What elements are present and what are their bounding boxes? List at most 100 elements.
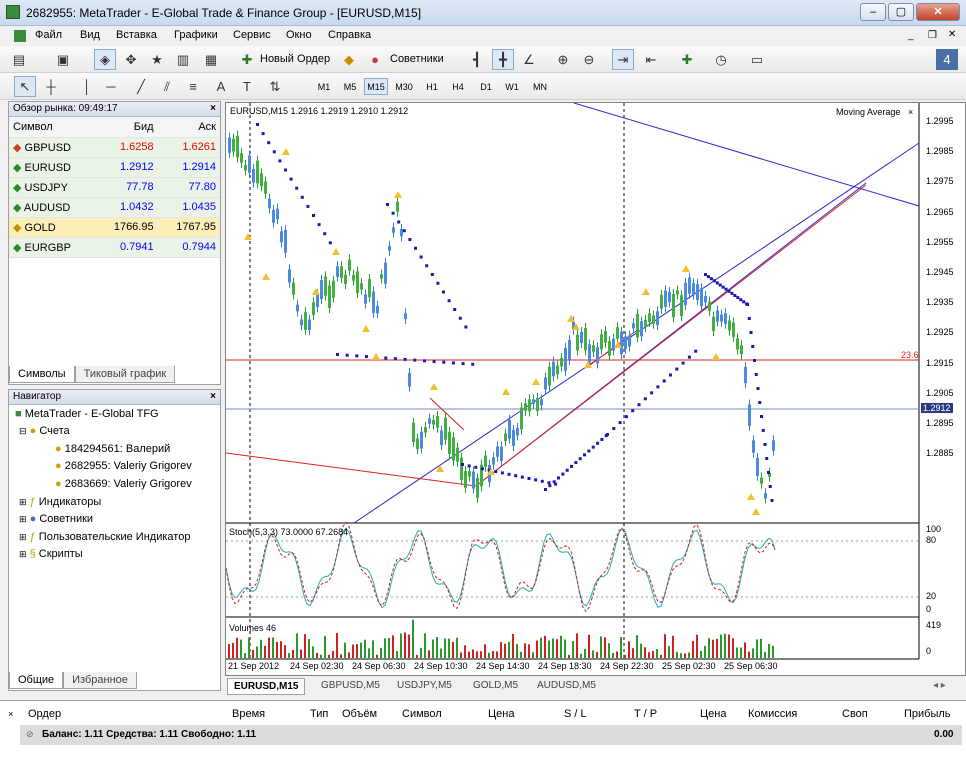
nav-account[interactable]: ● 2682955: Valeriy Grigorev: [55, 460, 192, 472]
menu-charts[interactable]: Графики: [174, 29, 218, 41]
table-row[interactable]: ◆ USDJPY 77.78 77.80: [9, 177, 220, 198]
tab-favorites[interactable]: Избранное: [63, 672, 137, 689]
col-order[interactable]: Ордер: [28, 708, 61, 720]
templates-icon[interactable]: ▭: [746, 49, 768, 70]
tab-scroll-icon[interactable]: ◂ ▸: [933, 680, 946, 691]
vertical-line-icon[interactable]: │: [76, 76, 98, 97]
expand-icon[interactable]: ⊞: [19, 549, 27, 559]
table-row[interactable]: ◆ AUDUSD 1.0432 1.0435: [9, 197, 220, 218]
tf-m15[interactable]: M15: [364, 78, 388, 95]
close-icon[interactable]: ×: [908, 107, 913, 117]
col-time[interactable]: Время: [232, 708, 265, 720]
close-icon[interactable]: ×: [210, 390, 216, 404]
tab-common[interactable]: Общие: [9, 672, 64, 689]
tab-chart-eurusd[interactable]: EURUSD,M15: [227, 678, 306, 695]
nav-advisors[interactable]: ⊞ ● Советники: [19, 513, 93, 525]
navigator-icon[interactable]: ★: [146, 49, 168, 70]
text-icon[interactable]: A: [210, 76, 232, 97]
col-symbol[interactable]: Символ: [402, 708, 442, 720]
tab-symbols[interactable]: Символы: [9, 366, 75, 383]
tab-chart-usdjpy[interactable]: USDJPY,M5: [397, 680, 452, 691]
fibo-icon[interactable]: ≡: [182, 76, 204, 97]
tf-m5[interactable]: M5: [338, 78, 362, 95]
tf-d1[interactable]: D1: [474, 78, 498, 95]
chart-shift-icon[interactable]: ⇤: [640, 49, 662, 70]
trendline-descending[interactable]: [573, 102, 920, 207]
channel-icon[interactable]: ⫽: [156, 76, 178, 97]
nav-root[interactable]: ■ MetaTrader - E-Global TFG: [15, 408, 159, 420]
menu-tools[interactable]: Сервис: [233, 29, 271, 41]
chart-window[interactable]: EURUSD,M15 1.2916 1.2919 1.2910 1.2912 M…: [225, 102, 966, 676]
periods-icon[interactable]: ◷: [710, 49, 732, 70]
nav-indicators[interactable]: ⊞ ƒ Индикаторы: [19, 496, 101, 508]
advisors-button[interactable]: Советники: [390, 53, 444, 65]
terminal-icon[interactable]: ▥: [172, 49, 194, 70]
mdi-restore-icon[interactable]: ❐: [928, 30, 937, 41]
table-row[interactable]: ◆ GOLD 1766.95 1767.95: [9, 217, 220, 238]
data-window-icon[interactable]: ✥: [120, 49, 142, 70]
col-price2[interactable]: Цена: [700, 708, 726, 720]
tf-m30[interactable]: M30: [392, 78, 416, 95]
new-chart-icon[interactable]: ▤: [8, 49, 30, 70]
zoom-out-icon[interactable]: ⊖: [578, 49, 600, 70]
menu-window[interactable]: Окно: [286, 29, 312, 41]
meta-editor-icon[interactable]: ◆: [338, 49, 360, 70]
minimize-button[interactable]: ‒: [860, 3, 886, 21]
trendline-red[interactable]: [475, 184, 867, 487]
indicators-icon[interactable]: ✚: [676, 49, 698, 70]
expand-icon[interactable]: ⊞: [19, 532, 27, 542]
menu-file[interactable]: Файл: [35, 29, 62, 41]
horizontal-line-icon[interactable]: ─: [100, 76, 122, 97]
collapse-icon[interactable]: ⊟: [19, 426, 27, 436]
expand-icon[interactable]: ⊞: [19, 514, 27, 524]
close-button[interactable]: ✕: [916, 3, 960, 21]
info-icon[interactable]: 4: [936, 49, 958, 70]
balance-row[interactable]: ⊘ Баланс: 1.11 Средства: 1.11 Свободно: …: [20, 725, 962, 745]
advisors-icon[interactable]: ●: [364, 49, 386, 70]
mdi-close-icon[interactable]: ✕: [948, 29, 956, 40]
bar-chart-icon[interactable]: ┫: [466, 49, 488, 70]
table-row[interactable]: ◆ GBPUSD 1.6258 1.6261: [9, 137, 220, 158]
col-commission[interactable]: Комиссия: [748, 708, 797, 720]
tester-icon[interactable]: ▦: [200, 49, 222, 70]
trendline-icon[interactable]: ╱: [130, 76, 152, 97]
tab-tick-chart[interactable]: Тиковый график: [74, 366, 176, 383]
menu-view[interactable]: Вид: [80, 29, 100, 41]
expand-icon[interactable]: ⊞: [19, 497, 27, 507]
line-chart-icon[interactable]: ∠: [518, 49, 540, 70]
text-label-icon[interactable]: T: [236, 76, 258, 97]
doc-icon[interactable]: [14, 30, 26, 42]
arrows-icon[interactable]: ⇅: [264, 76, 286, 97]
tab-chart-audusd[interactable]: AUDUSD,M5: [537, 680, 596, 691]
cursor-icon[interactable]: ↖: [14, 76, 36, 97]
col-profit[interactable]: Прибыль: [904, 708, 951, 720]
tf-h1[interactable]: H1: [420, 78, 444, 95]
candlestick-icon[interactable]: ╋: [492, 49, 514, 70]
tf-h4[interactable]: H4: [446, 78, 470, 95]
maximize-button[interactable]: ▢: [888, 3, 914, 21]
tf-m1[interactable]: M1: [312, 78, 336, 95]
tab-chart-gold[interactable]: GOLD,M5: [473, 680, 518, 691]
nav-account[interactable]: ● 184294561: Валерий: [55, 443, 170, 455]
col-type[interactable]: Тип: [310, 708, 328, 720]
nav-scripts[interactable]: ⊞ § Скрипты: [19, 548, 83, 560]
mdi-minimize-icon[interactable]: _: [908, 30, 914, 41]
zoom-in-icon[interactable]: ⊕: [552, 49, 574, 70]
nav-account[interactable]: ● 2683669: Valeriy Grigorev: [55, 478, 192, 490]
tf-mn[interactable]: MN: [528, 78, 552, 95]
col-sl[interactable]: S / L: [564, 708, 587, 720]
profiles-icon[interactable]: ▣: [52, 49, 74, 70]
tab-chart-gbpusd[interactable]: GBPUSD,M5: [321, 680, 380, 691]
menu-help[interactable]: Справка: [328, 29, 371, 41]
menu-insert[interactable]: Вставка: [116, 29, 157, 41]
tf-w1[interactable]: W1: [500, 78, 524, 95]
nav-custom-indicators[interactable]: ⊞ ƒ Пользовательские Индикатор: [19, 531, 190, 543]
table-row[interactable]: ◆ EURUSD 1.2912 1.2914: [9, 157, 220, 178]
table-row[interactable]: ◆ EURGBP 0.7941 0.7944: [9, 237, 220, 258]
col-tp[interactable]: T / P: [634, 708, 657, 720]
col-volume[interactable]: Объём: [342, 708, 377, 720]
market-watch-icon[interactable]: ◈: [94, 49, 116, 70]
nav-accounts[interactable]: ⊟ ● Счета: [19, 425, 70, 437]
crosshair-icon[interactable]: ┼: [40, 76, 62, 97]
close-icon[interactable]: ×: [210, 102, 216, 116]
